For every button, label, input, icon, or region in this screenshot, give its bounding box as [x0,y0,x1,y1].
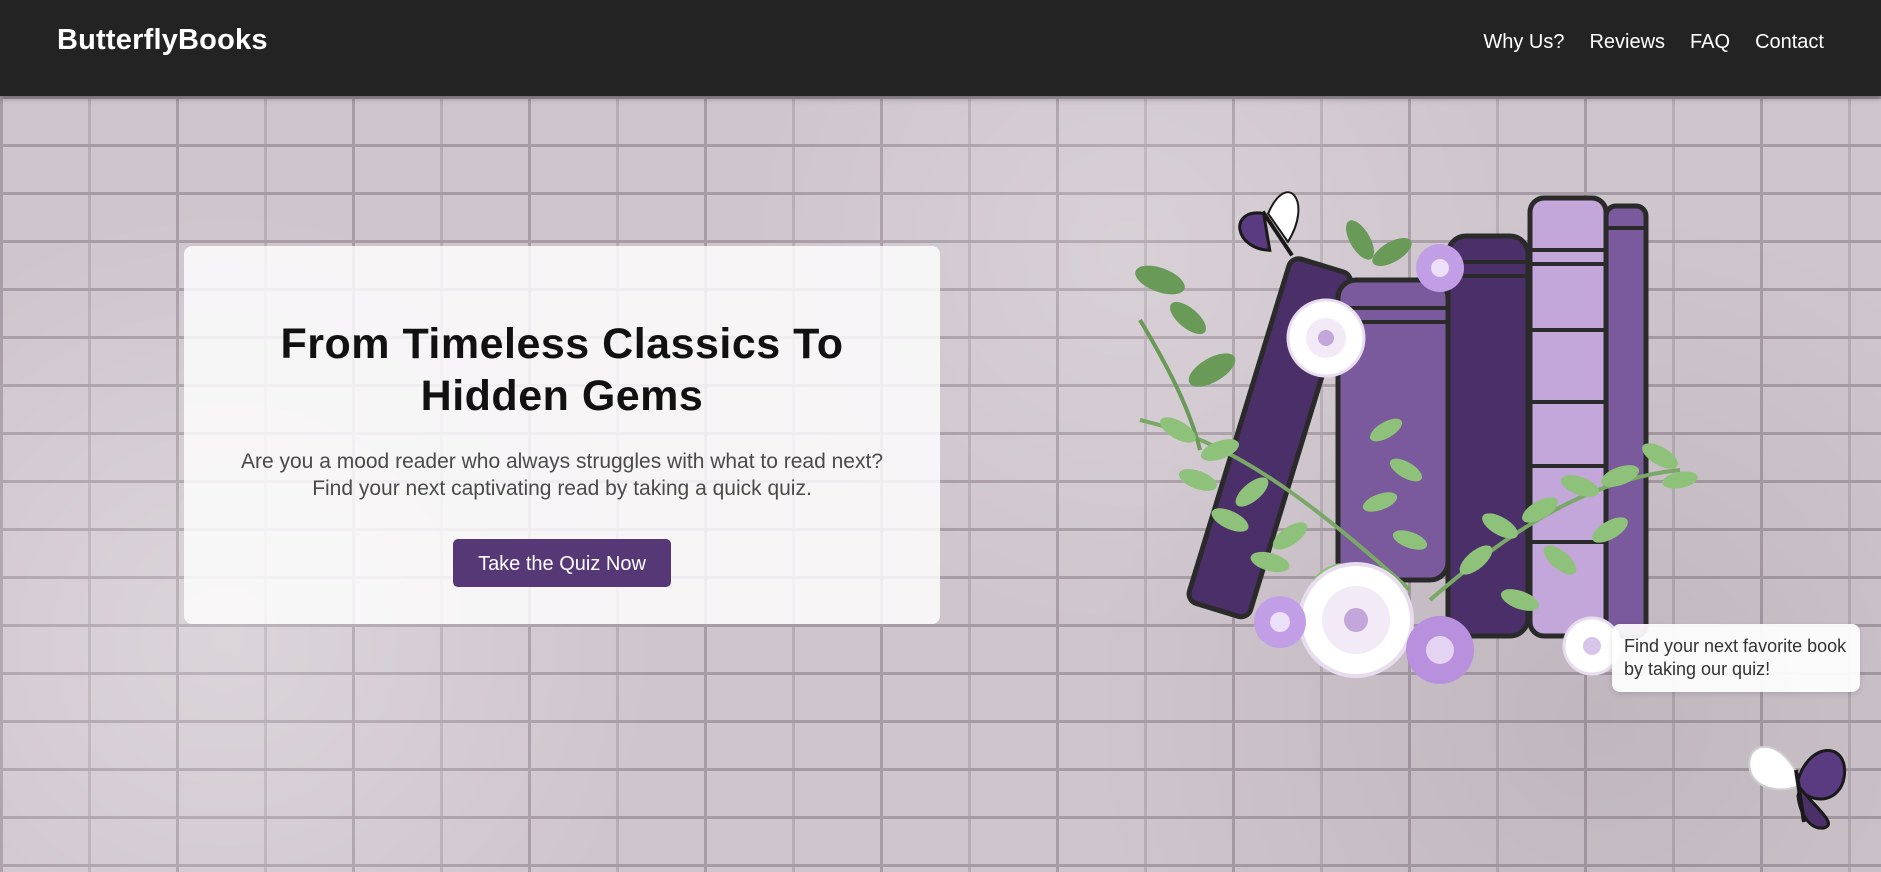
flower-large-white [1298,562,1414,678]
butterfly-icon[interactable] [1740,730,1852,830]
nav-link-reviews[interactable]: Reviews [1589,31,1665,54]
navbar: ButterflyBooks Why Us? Reviews FAQ Conta… [0,0,1881,96]
site-logo[interactable]: ButterflyBooks [57,24,268,57]
quiz-tooltip: Find your next favorite book by taking o… [1612,624,1860,692]
nav-link-faq[interactable]: FAQ [1690,31,1730,54]
flower-top-white [1286,298,1366,378]
book-narrow [1603,203,1649,639]
hero-card: From Timeless Classics To Hidden Gems Ar… [184,246,940,624]
nav-links: Why Us? Reviews FAQ Contact [1483,31,1824,54]
flower-purple-1 [1406,616,1474,684]
flower-purple-2 [1254,596,1306,648]
hero-subtitle: Are you a mood reader who always struggl… [240,450,883,500]
nav-link-contact[interactable]: Contact [1755,31,1824,54]
nav-link-why-us[interactable]: Why Us? [1483,31,1564,54]
books-flowers-illustration [1135,191,1698,684]
take-quiz-button[interactable]: Take the Quiz Now [453,539,671,587]
flower-purple-top [1416,244,1464,292]
hero-title: From Timeless Classics To Hidden Gems [280,320,844,420]
